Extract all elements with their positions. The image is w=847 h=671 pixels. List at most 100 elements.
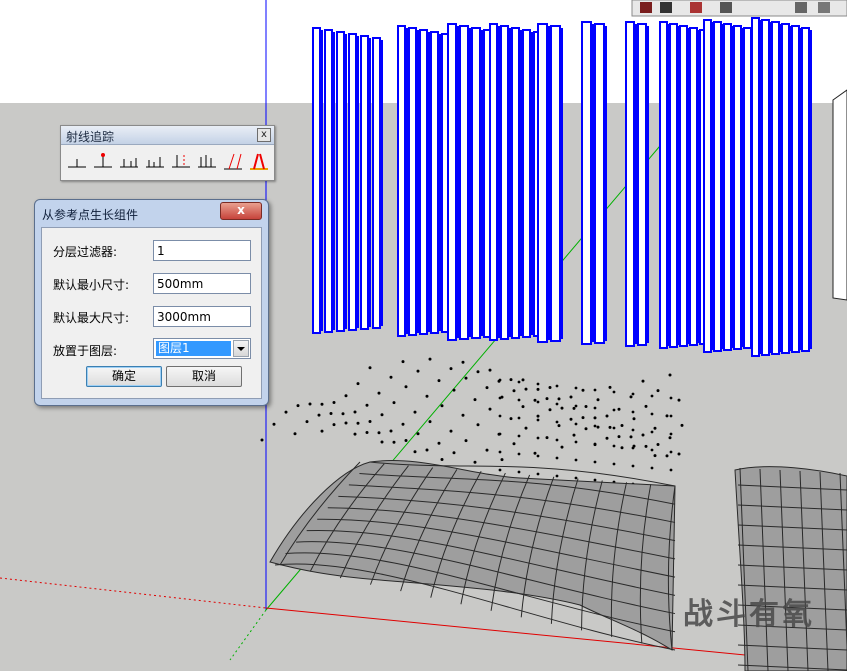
reference-point [641,379,645,383]
ray-arch-icon [250,153,268,170]
ok-button[interactable]: 确定 [86,366,162,387]
ray-tool-7[interactable] [221,149,245,175]
blue-panel [723,23,732,351]
reference-point [574,386,578,390]
reference-point [284,410,288,414]
reference-point [569,395,573,399]
reference-point [536,382,540,386]
reference-point [521,378,525,382]
reference-point [581,388,585,392]
reference-point [473,398,477,402]
reference-point [653,454,657,458]
blue-panel [669,23,678,348]
blue-panel [625,21,635,347]
reference-point [560,445,564,449]
max-size-label: 默认最大尺寸: [53,311,130,325]
ray-tool-8[interactable] [247,149,271,175]
reference-point [677,398,681,402]
dropdown-arrow-button[interactable] [233,340,249,357]
ray-drop-icon [68,159,86,168]
ray-tool-3[interactable] [117,149,141,175]
ray-tool-1[interactable] [65,149,89,175]
reference-point [668,373,672,377]
blue-panel-side [438,34,441,331]
reference-point [260,438,264,442]
reference-point [572,433,576,437]
reference-point [569,417,573,421]
reference-point [473,460,477,464]
reference-point [668,436,672,440]
layer-filter-input[interactable]: 1 [153,240,251,261]
reference-point [401,360,405,364]
blue-panel-side [456,26,459,338]
dialog-title: 从参考点生长组件 [42,208,139,222]
reference-point [368,366,372,370]
reference-point [620,446,624,450]
ray-tool-5[interactable] [169,149,193,175]
reference-point [344,394,348,398]
dialog-titlebar[interactable]: 从参考点生长组件 x [35,200,268,226]
reference-point [401,422,405,426]
reference-point [368,419,372,423]
blue-panel [419,29,428,335]
ray-comb-icon [198,155,216,168]
reference-point [574,440,578,444]
cancel-button[interactable]: 取消 [166,366,242,387]
reference-point [584,427,588,431]
blue-panel-side [356,36,359,328]
min-size-input[interactable]: 500mm [153,273,251,294]
reference-point [545,397,549,401]
reference-point [669,468,673,472]
blue-panel [751,17,760,357]
reference-point [677,452,681,456]
reference-point [317,413,321,417]
reference-point [555,384,559,388]
reference-point [617,407,621,411]
reference-point [593,416,597,420]
reference-point [517,470,521,474]
toolbar-titlebar[interactable]: 射线追踪 x [61,126,274,145]
reference-point [572,406,576,410]
blue-panel-side [405,28,408,334]
blue-panel [324,29,333,333]
reference-point [593,442,597,446]
ray-tool-4[interactable] [143,149,167,175]
white-panel-fragment [832,89,847,301]
reference-point [593,406,597,410]
reference-point [641,433,645,437]
ray-tool-6[interactable] [195,149,219,175]
blue-panel [522,29,531,338]
reference-point [509,417,513,421]
reference-point [612,390,616,394]
blue-panel [781,23,790,354]
reference-point [612,462,616,466]
layer-select[interactable]: 图层1 [153,338,251,359]
reference-point [593,460,597,464]
reference-point [536,414,540,418]
reference-point [617,435,621,439]
reference-point [488,407,492,411]
reference-point [485,448,489,452]
blue-panel [713,21,722,352]
blue-panel [703,19,712,353]
toolbar-close-button[interactable]: x [257,128,271,142]
reference-point [425,394,429,398]
blue-panel [430,31,439,334]
blue-panel [471,27,481,339]
reference-point [329,411,333,415]
reference-point [344,421,348,425]
reference-point [650,466,654,470]
ray-tool-2[interactable] [91,149,115,175]
reference-point [555,420,559,424]
ray-red-drop-icon [172,155,190,168]
max-size-input[interactable]: 3000mm [153,306,251,327]
reference-point [305,420,309,424]
dialog-close-button[interactable]: x [220,202,262,220]
blue-panel [801,27,810,352]
reference-point [557,397,561,401]
reference-point [440,457,444,461]
reference-point [498,432,502,436]
reference-point [557,424,561,428]
reference-point [416,369,420,373]
top-toolbar-fragment[interactable] [631,0,847,17]
